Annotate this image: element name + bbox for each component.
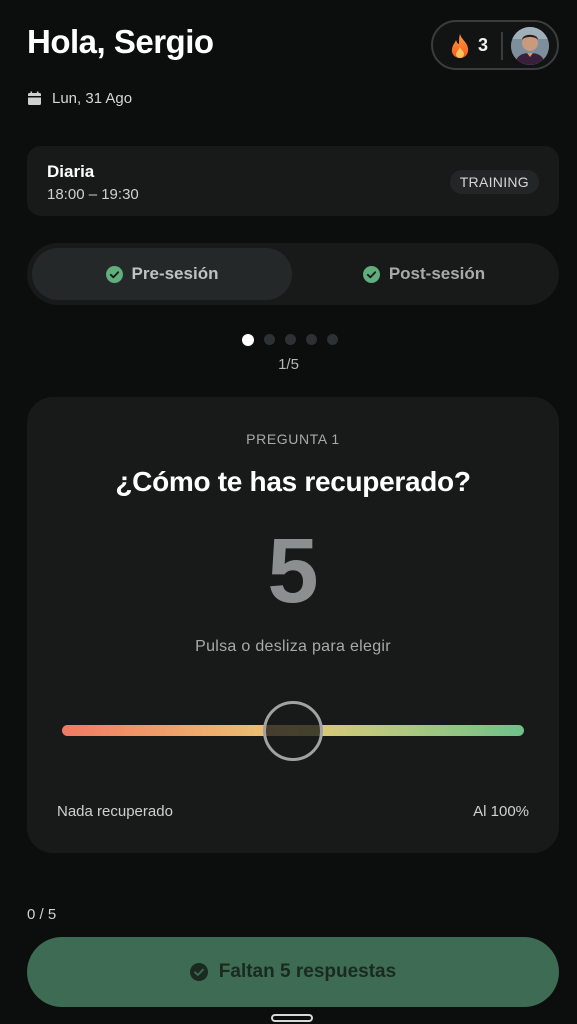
tab-pre-session-label: Pre-sesión (131, 264, 219, 283)
pager-dot-2[interactable] (263, 334, 275, 345)
session-phase-toggle: Pre-sesión Post-sesión (27, 243, 559, 305)
check-circle-icon (189, 963, 208, 981)
avatar[interactable] (511, 27, 549, 65)
avatar-image (511, 27, 549, 65)
submit-answers-label: Faltan 5 respuestas (218, 961, 397, 982)
calendar-icon (28, 91, 41, 105)
scale-min-label: Nada recuperado (57, 803, 173, 820)
pager-dot-3[interactable] (284, 334, 296, 345)
pill-divider (501, 32, 503, 60)
pager-dot-1[interactable] (241, 334, 254, 346)
selected-value: 5 (267, 520, 319, 622)
pager-dots (0, 334, 577, 346)
session-title: Diaria (47, 162, 95, 181)
session-type-badge: TRAINING (449, 170, 539, 194)
greeting-title: Hola, Sergio (27, 23, 214, 60)
question-hint: Pulsa o desliza para elegir (195, 638, 391, 655)
session-card[interactable]: Diaria 18:00 – 19:30 TRAINING (27, 146, 559, 216)
session-time: 18:00 – 19:30 (47, 186, 139, 203)
scale-max-label: Al 100% (473, 803, 529, 820)
home-indicator[interactable] (271, 1014, 313, 1022)
streak-count: 3 (478, 35, 489, 55)
header: Hola, Sergio 3 (27, 20, 559, 72)
tab-pre-session[interactable]: Pre-sesión (32, 248, 292, 300)
flame-icon (451, 34, 469, 58)
rating-slider-thumb[interactable] (263, 701, 323, 761)
question-title: ¿Cómo te has recuperado? (115, 466, 471, 497)
streak-profile-pill[interactable]: 3 (431, 20, 559, 70)
question-card: PREGUNTA 1 ¿Cómo te has recuperado? 5 Pu… (27, 397, 559, 853)
current-date: Lun, 31 Ago (52, 90, 133, 107)
tab-post-session[interactable]: Post-sesión (294, 248, 554, 300)
check-circle-icon (105, 265, 123, 283)
date-row: Lun, 31 Ago (27, 90, 132, 107)
answer-progress: 0 / 5 (27, 906, 57, 923)
pager-dot-4[interactable] (305, 334, 317, 345)
question-number: PREGUNTA 1 (246, 431, 340, 447)
tab-post-session-label: Post-sesión (388, 264, 486, 283)
pager-label: 1/5 (278, 356, 299, 373)
pager-dot-5[interactable] (326, 334, 338, 345)
submit-answers-button[interactable]: Faltan 5 respuestas (27, 937, 559, 1007)
check-circle-icon (362, 265, 380, 283)
